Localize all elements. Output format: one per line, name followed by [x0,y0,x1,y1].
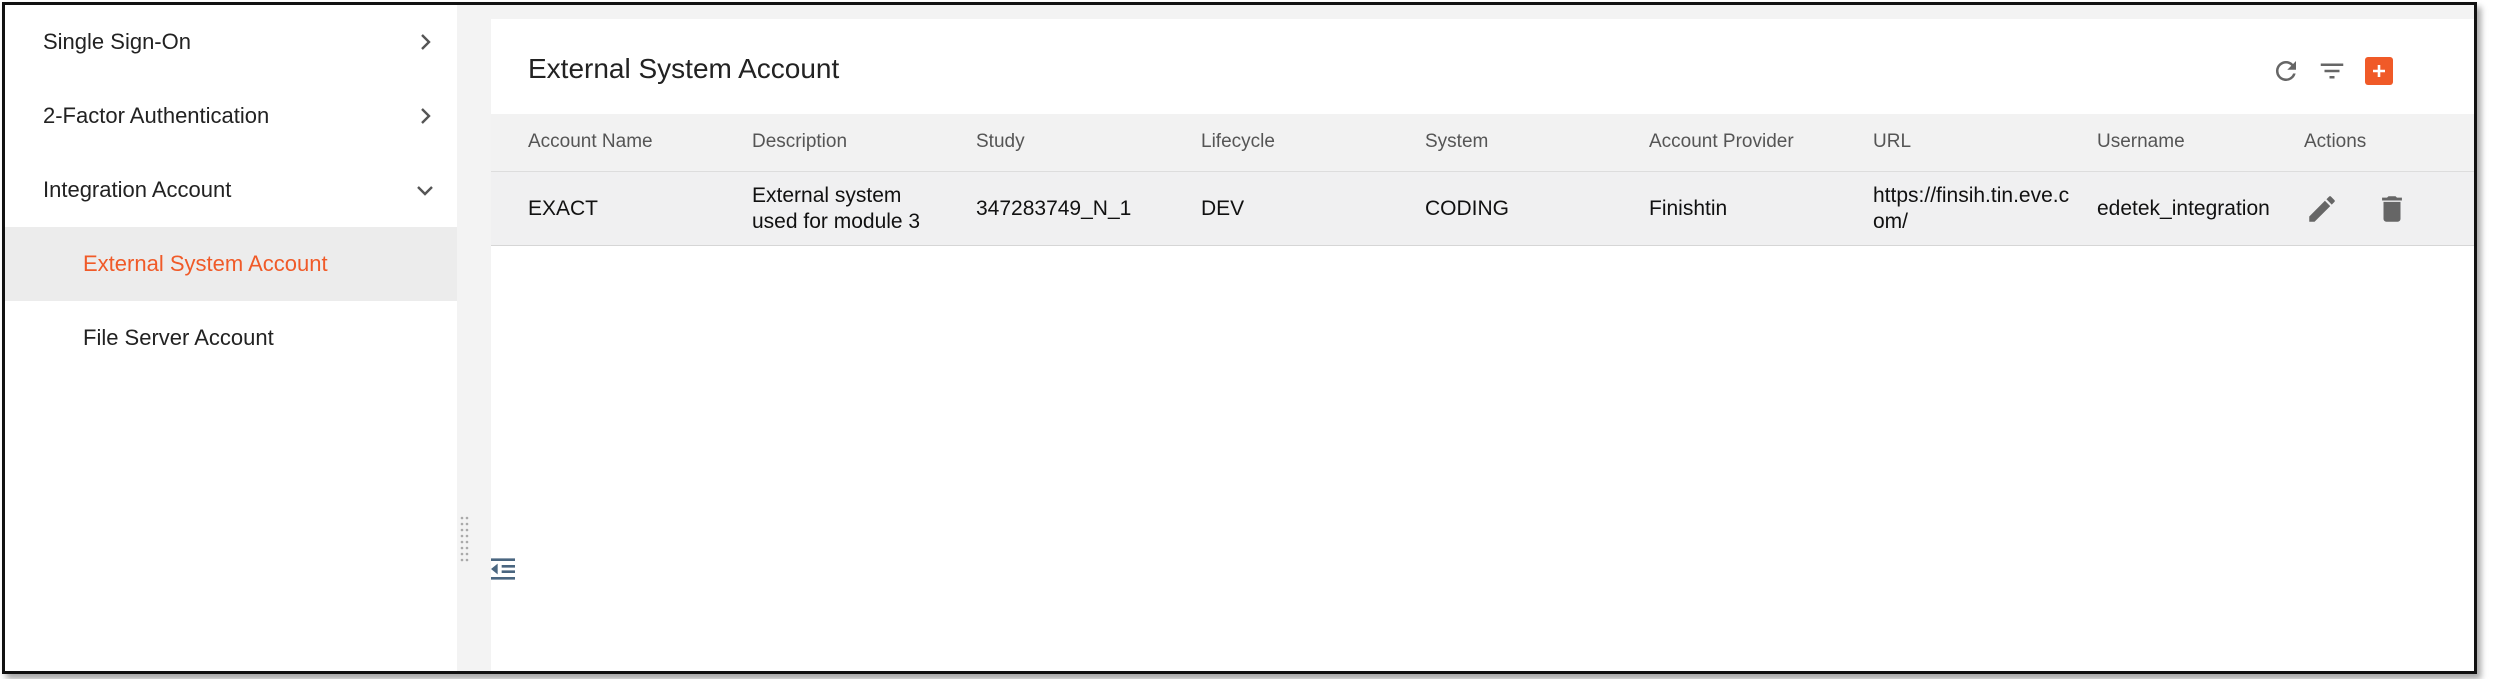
sidebar: Single Sign-On 2-Factor Authentication I… [5,5,457,671]
app-window: Single Sign-On 2-Factor Authentication I… [2,2,2477,674]
column-header[interactable]: Description [752,114,952,171]
sidebar-item-single-sign-on[interactable]: Single Sign-On [5,5,457,79]
main-panel: External System Account Account Name Des… [491,19,2474,671]
column-header[interactable]: Lifecycle [1201,114,1401,171]
sidebar-item-label: File Server Account [83,325,274,350]
cell-username: edetek_integration [2097,196,2270,220]
cell-lifecycle: DEV [1201,196,1245,220]
column-header[interactable]: Account Name [528,114,728,171]
chevron-right-icon [421,108,431,124]
collapse-sidebar-icon[interactable] [487,553,519,585]
cell-system: CODING [1425,196,1509,220]
column-header[interactable]: System [1425,114,1625,171]
column-header[interactable]: Account Provider [1649,114,1849,171]
sidebar-subitem-external-system-account[interactable]: External System Account [5,227,457,301]
edit-button[interactable] [2305,192,2339,226]
filter-icon [2320,63,2344,79]
sidebar-item-label: Single Sign-On [43,29,191,54]
cell-url: https://finsih.tin.eve.com/ [1873,184,2070,233]
page-title: External System Account [528,53,840,84]
cell-description: External system used for module 3 [752,184,921,233]
sidebar-item-label: 2-Factor Authentication [43,103,270,128]
delete-button[interactable] [2375,192,2409,226]
add-button[interactable] [2361,53,2397,89]
column-header[interactable]: URL [1873,114,2073,171]
column-header[interactable]: Username [2097,114,2307,171]
column-header[interactable]: Study [976,114,1176,171]
cell-account-provider: Finishtin [1649,196,1728,220]
sidebar-item-label: External System Account [83,251,328,276]
cell-study: 347283749_N_1 [976,196,1132,220]
refresh-button[interactable] [2268,53,2304,89]
pencil-icon [2309,196,2335,222]
filter-button[interactable] [2314,53,2350,89]
chevron-down-icon [417,186,433,196]
cell-account-name: EXACT [528,196,599,220]
table-row[interactable]: EXACT External system used for module 3 … [491,172,2474,246]
chevron-right-icon [421,34,431,50]
sidebar-subitem-file-server-account[interactable]: File Server Account [5,301,457,375]
sidebar-item-2fa[interactable]: 2-Factor Authentication [5,79,457,153]
sidebar-item-integration-account[interactable]: Integration Account [5,153,457,227]
column-header: Actions [2304,131,2367,153]
sidebar-item-label: Integration Account [43,177,232,202]
resize-handle[interactable] [460,515,470,563]
trash-icon [2382,196,2402,222]
refresh-icon [2275,60,2296,81]
table-header: Account Name Description Study Lifecycle… [491,114,2474,172]
add-icon [2365,57,2393,85]
